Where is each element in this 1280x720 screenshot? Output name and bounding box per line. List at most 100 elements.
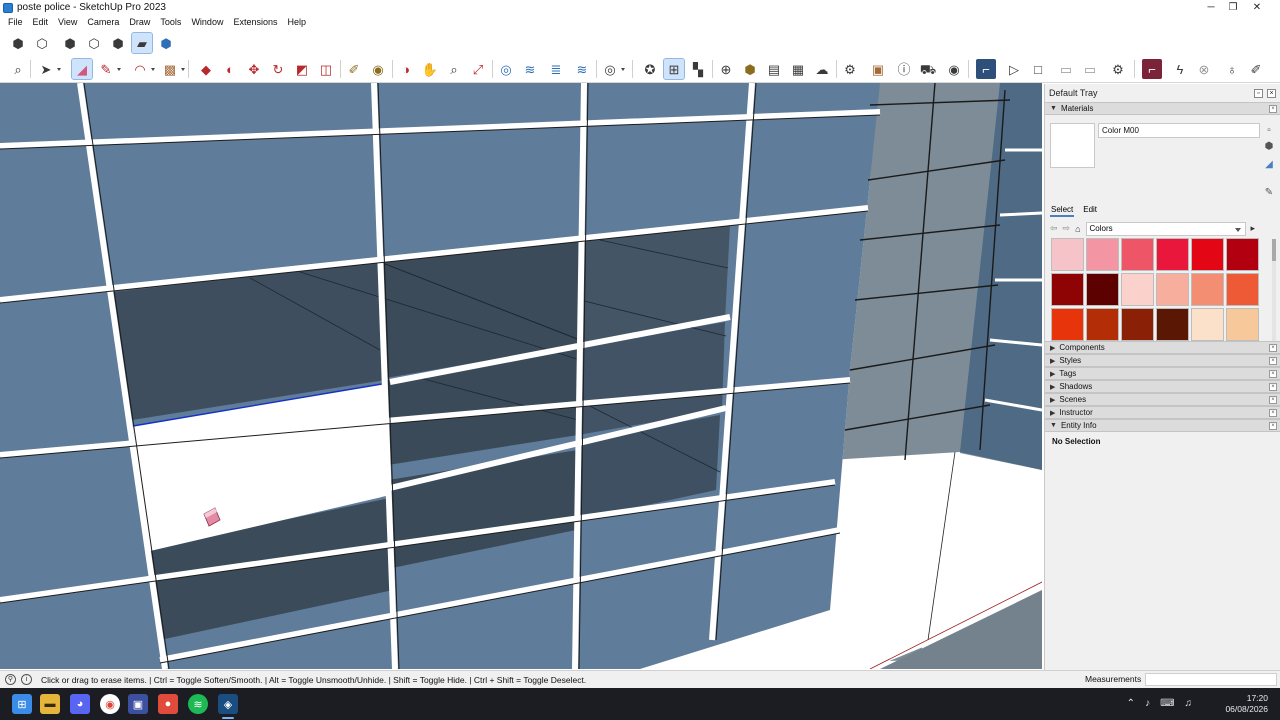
instructor-panel-header[interactable]: ▶ Instructor × — [1045, 406, 1280, 419]
material-swatch[interactable] — [1156, 238, 1189, 271]
stop-icon[interactable]: □ — [1028, 59, 1048, 79]
material-swatch[interactable] — [1121, 238, 1154, 271]
follow-me-icon[interactable]: ◐ — [220, 59, 240, 79]
zoom-icon[interactable]: ⌕ — [8, 59, 28, 79]
spotify-icon[interactable]: ≋ — [188, 694, 208, 714]
app-icon[interactable]: ▣ — [128, 694, 148, 714]
material-swatch[interactable] — [1086, 238, 1119, 271]
discord-icon[interactable]: ◕ — [70, 694, 90, 714]
menu-window[interactable]: Window — [186, 15, 228, 30]
material-swatch[interactable] — [1121, 273, 1154, 306]
orbit-icon[interactable]: ◑ — [396, 59, 416, 79]
shadows-panel-header[interactable]: ▶ Shadows × — [1045, 380, 1280, 393]
microphone-icon[interactable]: ♪ — [1145, 698, 1150, 709]
zoom-extents-icon[interactable]: ⤢ — [468, 59, 488, 79]
section-fill-icon[interactable]: ≋ — [572, 59, 592, 79]
menu-edit[interactable]: Edit — [28, 15, 54, 30]
show-hidden-icon[interactable]: ⌃ — [1127, 698, 1135, 709]
user-icon[interactable]: ◎ — [600, 59, 625, 79]
sketchup-taskbar-icon[interactable]: ◈ — [218, 694, 238, 714]
info-status-icon[interactable]: i — [21, 674, 32, 685]
menu-draw[interactable]: Draw — [124, 15, 155, 30]
menu-extensions[interactable]: Extensions — [228, 15, 282, 30]
shaded-view-icon[interactable]: ▰ — [131, 32, 153, 54]
volume-icon[interactable]: ♫ — [1185, 698, 1193, 709]
arc-icon[interactable]: ◠ — [130, 59, 155, 79]
account-icon[interactable]: ◉ — [944, 59, 964, 79]
styles-panel-header[interactable]: ▶ Styles × — [1045, 354, 1280, 367]
clock[interactable]: 17:20 06/08/2026 — [1225, 693, 1268, 715]
paint-bucket-icon[interactable]: ◉ — [368, 59, 388, 79]
details-icon[interactable]: ▸ — [1251, 223, 1256, 234]
create-material-icon[interactable]: ⬢ — [1263, 141, 1275, 153]
notification-app-icon[interactable]: ● — [158, 694, 178, 714]
pencil-icon[interactable]: ✎ — [96, 59, 121, 79]
profile-icon[interactable]: ⌐ — [1142, 59, 1162, 79]
pattern-icon[interactable]: ▦ — [788, 59, 808, 79]
cloud-icon[interactable]: ☁ — [812, 59, 832, 79]
section-display-icon[interactable]: ≋ — [520, 59, 540, 79]
measurements-input[interactable] — [1145, 673, 1277, 686]
material-preview[interactable] — [1050, 123, 1095, 168]
material-swatch[interactable] — [1156, 308, 1189, 341]
camera-icon[interactable]: ▭ — [1056, 59, 1076, 79]
extension-settings-icon[interactable]: ⚙ — [1108, 59, 1128, 79]
iso-view-icon[interactable]: ⬢ — [8, 33, 28, 53]
select-icon[interactable]: ➤ — [36, 59, 61, 79]
top-view-icon[interactable]: ⬡ — [32, 33, 52, 53]
tray-pin-icon[interactable]: ▫ — [1254, 88, 1263, 98]
terrain-icon[interactable]: ⬢ — [740, 59, 760, 79]
menu-view[interactable]: View — [53, 15, 82, 30]
bulb-icon[interactable]: ♁ — [1222, 59, 1242, 79]
scale-icon[interactable]: ◩ — [292, 59, 312, 79]
rotate-icon[interactable]: ↻ — [268, 59, 288, 79]
material-swatch[interactable] — [1086, 308, 1119, 341]
close-icon[interactable]: ⊗ — [1194, 59, 1214, 79]
material-name-field[interactable]: Color M00 — [1098, 123, 1260, 138]
material-swatch[interactable] — [1051, 308, 1084, 341]
material-swatch[interactable] — [1226, 273, 1259, 306]
components-panel-header[interactable]: ▶ Components × — [1045, 341, 1280, 354]
menu-camera[interactable]: Camera — [82, 15, 124, 30]
material-swatch[interactable] — [1086, 273, 1119, 306]
back-view-icon[interactable]: ⬢ — [108, 33, 128, 53]
network-icon[interactable]: ⌨ — [1160, 698, 1174, 709]
play-icon[interactable]: ▷ — [1004, 59, 1024, 79]
tape-measure-icon[interactable]: ✐ — [344, 59, 364, 79]
flash-icon[interactable]: ϟ — [1170, 59, 1190, 79]
text-icon[interactable]: ✋ — [420, 59, 440, 79]
material-swatch[interactable] — [1226, 238, 1259, 271]
materials-icon[interactable]: ⊞ — [663, 58, 685, 80]
menu-help[interactable]: Help — [282, 15, 311, 30]
panel-close-icon[interactable]: × — [1269, 383, 1277, 391]
geo-location-icon[interactable]: ⚲ — [5, 674, 16, 685]
materials-tab-edit[interactable]: Edit — [1082, 204, 1098, 217]
panel-close-icon[interactable]: × — [1269, 370, 1277, 378]
material-swatch[interactable] — [1191, 308, 1224, 341]
reset-material-icon[interactable]: ▫ — [1263, 125, 1275, 137]
materials-panel-header[interactable]: ▼ Materials × — [1045, 102, 1280, 115]
eraser-icon[interactable]: ◢ — [71, 58, 93, 80]
right-view-icon[interactable]: ⬡ — [84, 33, 104, 53]
home-icon[interactable]: ⌂ — [1075, 224, 1080, 234]
info-icon[interactable]: ⓘ — [894, 59, 914, 79]
back-arrow-icon[interactable]: ⇦ — [1050, 223, 1058, 234]
entity-info-panel-header[interactable]: ▼ Entity Info × — [1045, 419, 1280, 432]
tags-panel-header[interactable]: ▶ Tags × — [1045, 367, 1280, 380]
chrome-icon[interactable]: ◉ — [100, 694, 120, 714]
menu-file[interactable]: File — [3, 15, 28, 30]
library-select[interactable]: Colors — [1085, 221, 1246, 236]
video-icon[interactable]: ▭ — [1080, 59, 1100, 79]
panel-close-icon[interactable]: × — [1269, 409, 1277, 417]
add-location-icon[interactable]: ⊕ — [716, 59, 736, 79]
material-swatch[interactable] — [1191, 238, 1224, 271]
layers-icon[interactable]: ▚ — [688, 59, 708, 79]
material-swatch[interactable] — [1226, 308, 1259, 341]
3d-warehouse-icon[interactable]: ▣ — [868, 59, 888, 79]
components-icon[interactable]: ✪ — [640, 59, 660, 79]
settings-icon[interactable]: ⚙ — [840, 59, 860, 79]
cart-icon[interactable]: ⛟ — [918, 59, 938, 79]
panel-close-icon[interactable]: × — [1269, 105, 1277, 113]
forward-arrow-icon[interactable]: ⇨ — [1063, 223, 1071, 234]
scenes-icon[interactable]: ⌐ — [976, 59, 996, 79]
